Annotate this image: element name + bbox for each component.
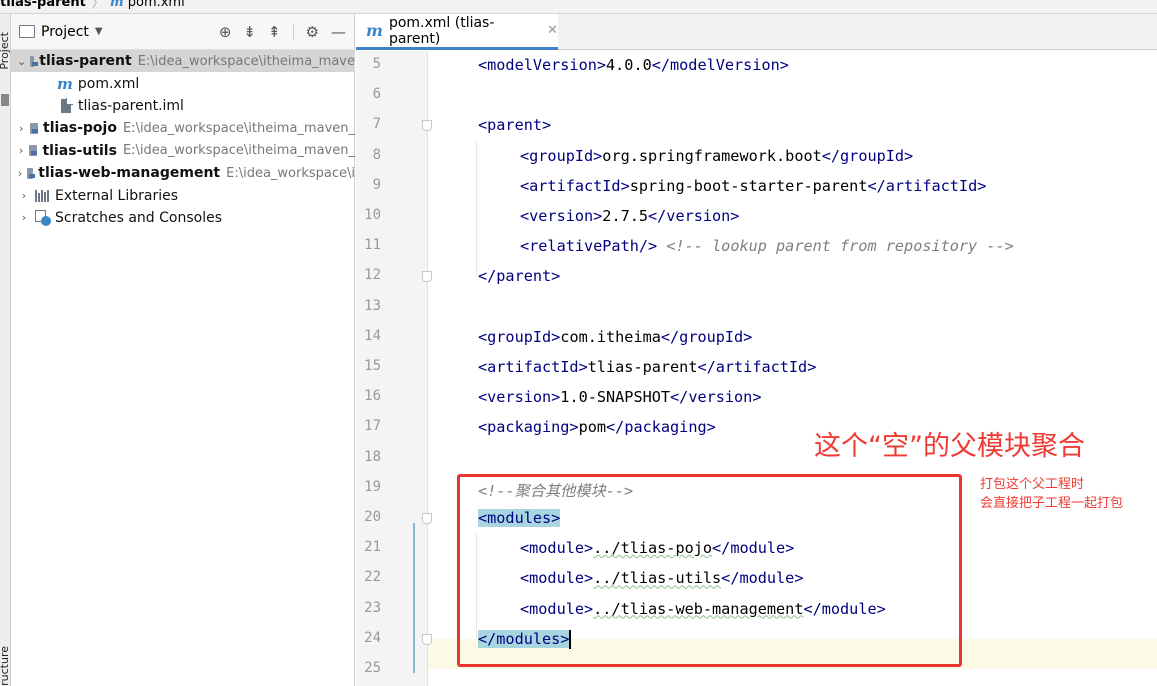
- chevron-right-icon[interactable]: ›: [17, 189, 31, 202]
- iml-file-icon: [61, 97, 73, 113]
- toolbar-divider: [292, 23, 294, 40]
- stripe-marker: [1, 94, 9, 106]
- line-number: 22: [364, 569, 381, 586]
- code-text: <artifactId>spring-boot-starter-parent</…: [520, 176, 987, 195]
- code-text: <packaging>pom</packaging>: [478, 418, 716, 437]
- tree-item-tlias-web-management[interactable]: › tlias-web-management E:\idea_workspace…: [11, 162, 355, 184]
- fold-marker-icon[interactable]: [422, 513, 432, 524]
- line-number: 7: [372, 116, 381, 133]
- folder-icon: [19, 25, 35, 38]
- breadcrumb-separator: 〉: [91, 0, 104, 10]
- code-text: <version>1.0-SNAPSHOT</version>: [478, 388, 762, 407]
- project-tree: ⌄ tlias-parent E:\idea_workspace\itheima…: [11, 50, 355, 229]
- tree-item-pom-xml[interactable]: m pom.xml: [11, 72, 355, 94]
- chevron-right-icon[interactable]: ›: [17, 211, 31, 224]
- line-number: 15: [364, 358, 381, 374]
- editor-tab-bar: m pom.xml (tlias-parent) ✕: [356, 14, 1157, 50]
- line-number: 19: [364, 478, 381, 495]
- fold-marker-icon[interactable]: [422, 120, 432, 132]
- code-text: <parent>: [478, 116, 552, 135]
- tab-pom-xml[interactable]: m pom.xml (tlias-parent) ✕: [356, 14, 558, 50]
- project-toolbar: ⊕ ⇟ ⇞ ⚙ —: [219, 23, 354, 41]
- code-line-10: 10 <version>2.7.5</version>: [356, 202, 1085, 232]
- hide-icon[interactable]: —: [331, 23, 346, 41]
- code-line-7: 7 <parent>: [356, 111, 1085, 141]
- library-icon: [35, 189, 50, 203]
- chevron-right-icon[interactable]: ›: [17, 122, 26, 135]
- expand-all-icon[interactable]: ⇟: [243, 23, 256, 41]
- tree-item-tlias-parent[interactable]: ⌄ tlias-parent E:\idea_workspace\itheima…: [11, 50, 355, 73]
- maven-icon: m: [109, 0, 124, 10]
- code-text: <modelVersion>4.0.0</modelVersion>: [478, 56, 789, 74]
- project-view-selector[interactable]: Project: [41, 24, 89, 40]
- annotation-title: 这个“空”的父模块聚合: [814, 431, 1085, 462]
- tree-item-scratches-and-consoles[interactable]: › Scratches and Consoles: [11, 207, 355, 229]
- line-number: 20: [364, 509, 381, 525]
- collapse-all-icon[interactable]: ⇞: [268, 23, 281, 41]
- tree-item-external-libraries[interactable]: › External Libraries: [11, 184, 355, 206]
- line-number: 11: [364, 237, 381, 254]
- code-text: <artifactId>tlias-parent</artifactId>: [478, 358, 817, 376]
- code-text: <relativePath/> <!-- lookup parent from …: [520, 237, 1014, 256]
- line-number: 13: [364, 297, 381, 314]
- annotation-highlight-box: [457, 474, 962, 667]
- gear-icon[interactable]: ⚙: [306, 23, 319, 41]
- line-number: 17: [364, 418, 381, 435]
- chevron-down-icon[interactable]: ▼: [95, 26, 103, 37]
- code-line-5: 5 <modelVersion>4.0.0</modelVersion>: [356, 51, 1085, 81]
- tree-item-tlias-utils[interactable]: › tlias-utils E:\idea_workspace\itheima_…: [11, 140, 355, 162]
- code-line-9: 9 <artifactId>spring-boot-starter-parent…: [356, 172, 1085, 202]
- module-folder-icon: [27, 167, 36, 179]
- line-number: 12: [364, 267, 381, 284]
- code-line-15: 15 <artifactId>tlias-parent</artifactId>: [356, 353, 1085, 383]
- code-line-13: 13: [356, 293, 1085, 323]
- tree-item-tlias-parent-iml[interactable]: tlias-parent.iml: [11, 95, 355, 117]
- line-number: 5: [372, 56, 381, 72]
- line-number: 23: [364, 599, 381, 616]
- breadcrumb-project[interactable]: tlias-parent: [0, 0, 86, 9]
- code-line-12: 12 </parent>: [356, 262, 1085, 292]
- code-line-14: 14 <groupId>com.itheima</groupId>: [356, 323, 1085, 353]
- code-line-6: 6: [356, 81, 1085, 111]
- close-icon[interactable]: ✕: [547, 23, 558, 38]
- code-line-8: 8 <groupId>org.springframework.boot</gro…: [356, 142, 1085, 172]
- code-text: <groupId>org.springframework.boot</group…: [520, 146, 914, 165]
- code-line-16: 16 <version>1.0-SNAPSHOT</version>: [356, 383, 1085, 413]
- module-folder-icon: [30, 55, 39, 67]
- fold-marker-icon[interactable]: [422, 271, 432, 283]
- project-panel-header: Project ▼ ⊕ ⇟ ⇞ ⚙ —: [11, 14, 354, 50]
- line-number: 21: [364, 539, 381, 556]
- annotation-note-line1: 打包这个父工程时: [980, 477, 1085, 492]
- annotation-note-line2: 会直接把子工程一起打包: [980, 496, 1124, 511]
- line-number: 10: [364, 207, 381, 223]
- left-tool-stripe: Project Structure: [0, 14, 11, 686]
- locate-icon[interactable]: ⊕: [219, 23, 232, 41]
- line-number: 14: [364, 327, 381, 344]
- code-line-11: 11 <relativePath/> <!-- lookup parent fr…: [356, 232, 1085, 262]
- code-text: </parent>: [478, 267, 561, 286]
- navigation-breadcrumb: tlias-parent 〉 m pom.xml: [0, 0, 1157, 14]
- tree-item-tlias-pojo[interactable]: › tlias-pojo E:\idea_workspace\itheima_m…: [11, 117, 355, 139]
- chevron-right-icon[interactable]: ›: [17, 167, 23, 180]
- module-folder-icon: [29, 145, 38, 157]
- code-text: <groupId>com.itheima</groupId>: [478, 327, 753, 346]
- line-number: 9: [372, 176, 381, 193]
- maven-icon: m: [57, 74, 73, 93]
- line-number: 16: [364, 388, 381, 405]
- code-text: <version>2.7.5</version>: [520, 207, 740, 225]
- line-number: 8: [372, 146, 381, 163]
- line-number: 6: [372, 86, 381, 103]
- line-number: 25: [364, 660, 381, 676]
- chevron-right-icon[interactable]: ›: [17, 144, 25, 157]
- line-number: 24: [364, 629, 381, 646]
- fold-marker-icon[interactable]: [422, 633, 432, 645]
- breadcrumb-file[interactable]: m pom.xml: [110, 0, 185, 9]
- maven-icon: m: [366, 21, 383, 40]
- scratches-icon: [35, 210, 51, 227]
- line-number: 18: [364, 448, 381, 465]
- module-folder-icon: [29, 122, 39, 134]
- chevron-down-icon[interactable]: ⌄: [17, 55, 26, 68]
- project-panel: Project ▼ ⊕ ⇟ ⇞ ⚙ — ⌄ tlias-parent E:\id…: [11, 14, 355, 686]
